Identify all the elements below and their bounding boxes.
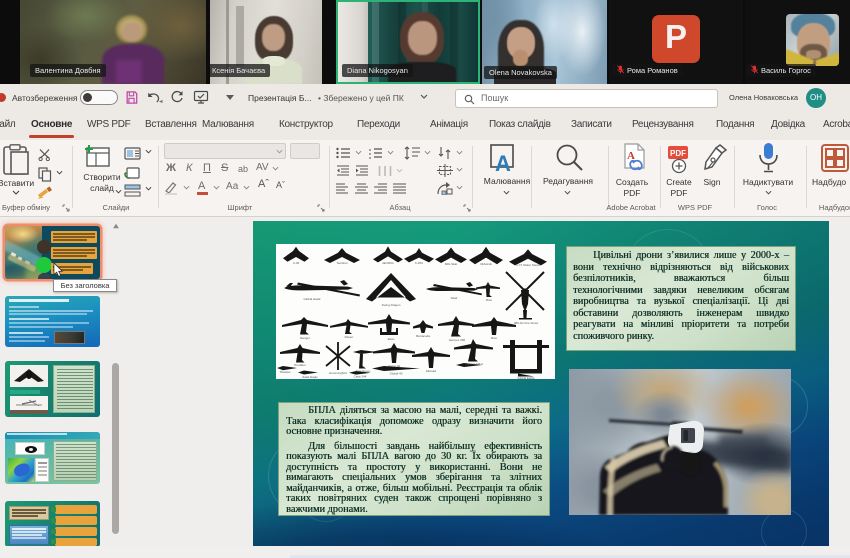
svg-text:Hermes 450: Hermes 450 bbox=[449, 338, 466, 342]
svg-text:Global 40: Global 40 bbox=[390, 372, 403, 376]
svg-text:Rico: Rico bbox=[486, 298, 492, 302]
svg-text:Altair: Altair bbox=[451, 296, 458, 300]
svg-text:PDF: PDF bbox=[670, 149, 686, 158]
svg-text:480-4C Fire Scout: 480-4C Fire Scout bbox=[514, 321, 539, 325]
svg-text:Barracuda: Barracuda bbox=[416, 334, 430, 338]
svg-text:Swing Dragon: Swing Dragon bbox=[382, 303, 401, 307]
svg-text:Predator: Predator bbox=[294, 363, 306, 367]
svg-text:MiG Skat: MiG Skat bbox=[445, 262, 458, 266]
svg-text:Sentinel: Sentinel bbox=[337, 261, 348, 265]
svg-text:Raven: Raven bbox=[345, 335, 354, 339]
svg-text:Okhotnik: Okhotnik bbox=[480, 262, 492, 266]
svg-text:Fire Scout: Fire Scout bbox=[356, 369, 370, 373]
svg-text:А: А bbox=[495, 151, 511, 173]
svg-text:Rico: Rico bbox=[491, 336, 497, 340]
svg-text:Eitan: Eitan bbox=[388, 337, 395, 341]
svg-text:Saab Eagle: Saab Eagle bbox=[302, 375, 318, 379]
svg-text:Hummingbird: Hummingbird bbox=[329, 371, 347, 375]
svg-text:Global Hawk: Global Hawk bbox=[303, 297, 321, 301]
svg-text:Forpost M4-0: Forpost M4-0 bbox=[465, 362, 483, 366]
svg-text:U-71 Sharp Sword: U-71 Sharp Sword bbox=[516, 263, 541, 267]
svg-text:X-45: X-45 bbox=[293, 261, 300, 265]
svg-text:Casa 344: Casa 344 bbox=[354, 375, 367, 379]
svg-text:X-45C: X-45C bbox=[415, 261, 424, 265]
svg-text:Ranger: Ranger bbox=[300, 336, 310, 340]
svg-text:Mersad: Mersad bbox=[426, 369, 436, 373]
svg-text:Shadow: Shadow bbox=[280, 370, 292, 374]
svg-text:nEUROn: nEUROn bbox=[382, 261, 394, 265]
svg-text:Global Eagle: Global Eagle bbox=[517, 376, 535, 379]
svg-text:Heron 40: Heron 40 bbox=[388, 364, 401, 368]
